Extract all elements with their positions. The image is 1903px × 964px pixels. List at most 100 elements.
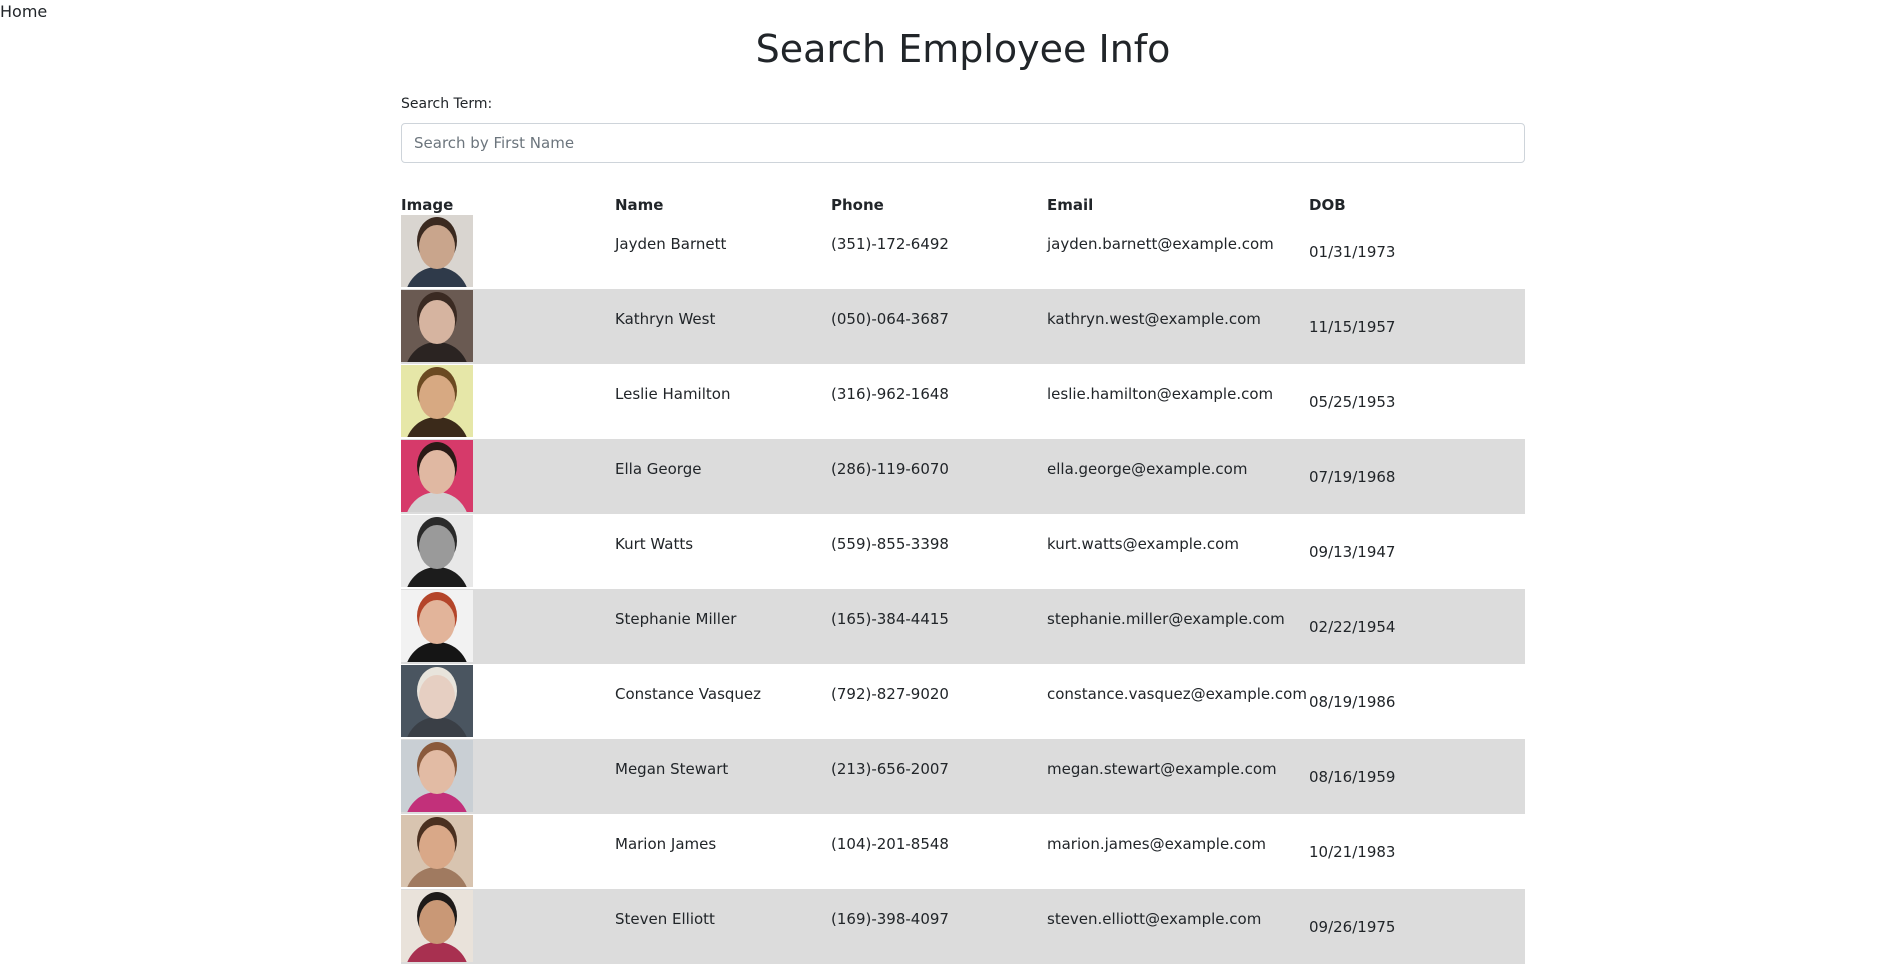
employee-dob: 05/25/1953 (1309, 393, 1396, 411)
employee-phone: (559)-855-3398 (831, 535, 949, 553)
name-cell: Marion James (615, 814, 831, 889)
image-cell (401, 289, 615, 364)
photo-head (419, 750, 455, 794)
photo-shoulders (405, 867, 469, 887)
employee-dob: 11/15/1957 (1309, 318, 1396, 336)
employee-phone: (165)-384-4415 (831, 610, 949, 628)
photo-head (419, 375, 455, 419)
name-cell: Kathryn West (615, 289, 831, 364)
table-row: Ella George (286)-119-6070 ella.george@exa… (401, 439, 1525, 514)
search-label: Search Term: (401, 96, 493, 112)
dob-cell: 09/26/1975 (1309, 889, 1525, 964)
employee-email: leslie.hamilton@example.com (1047, 385, 1274, 403)
employee-dob: 01/31/1973 (1309, 243, 1396, 261)
column-header-phone[interactable]: Phone (831, 192, 1047, 214)
column-header-image[interactable]: Image (401, 192, 615, 214)
image-cell (401, 514, 615, 589)
phone-cell: (351)-172-6492 (831, 214, 1047, 289)
employee-dob: 09/13/1947 (1309, 543, 1396, 561)
employee-email: constance.vasquez@example.com (1047, 685, 1307, 703)
home-link[interactable]: Home (0, 2, 47, 21)
employee-email: jayden.barnett@example.com (1047, 235, 1274, 253)
employee-dob: 09/26/1975 (1309, 918, 1396, 936)
image-cell (401, 664, 615, 739)
table-row: Steven Elliott (169)-398-4097 steven.ellio… (401, 889, 1525, 964)
photo-shoulders (405, 417, 469, 437)
image-cell (401, 439, 615, 514)
email-cell: jayden.barnett@example.com (1047, 214, 1309, 289)
image-cell (401, 364, 615, 439)
dob-cell: 05/25/1953 (1309, 364, 1525, 439)
column-header-email[interactable]: Email (1047, 192, 1309, 214)
dob-cell: 01/31/1973 (1309, 214, 1525, 289)
photo-head (419, 525, 455, 569)
employee-dob: 08/16/1959 (1309, 768, 1396, 786)
name-cell: Leslie Hamilton (615, 364, 831, 439)
column-header-dob[interactable]: DOB (1309, 192, 1525, 214)
employee-name: Megan Stewart (615, 760, 729, 778)
table-row: Marion James (104)-201-8548 marion.james@e… (401, 814, 1525, 889)
name-cell: Megan Stewart (615, 739, 831, 814)
employee-name: Kathryn West (615, 310, 716, 328)
employee-email: megan.stewart@example.com (1047, 760, 1277, 778)
column-header-name[interactable]: Name (615, 192, 831, 214)
employee-email: steven.elliott@example.com (1047, 910, 1262, 928)
employee-photo (401, 665, 473, 737)
employee-name: Marion James (615, 835, 717, 853)
employee-phone: (351)-172-6492 (831, 235, 949, 253)
photo-shoulders (405, 642, 469, 662)
phone-cell: (169)-398-4097 (831, 889, 1047, 964)
photo-shoulders (405, 267, 469, 287)
employee-phone: (104)-201-8548 (831, 835, 949, 853)
email-cell: stephanie.miller@example.com (1047, 589, 1309, 664)
employee-name: Leslie Hamilton (615, 385, 731, 403)
employee-name: Kurt Watts (615, 535, 694, 553)
email-cell: kathryn.west@example.com (1047, 289, 1309, 364)
dob-cell: 09/13/1947 (1309, 514, 1525, 589)
photo-shoulders (405, 492, 469, 512)
page-title: Search Employee Info (755, 27, 1171, 71)
photo-head (419, 300, 455, 344)
image-cell (401, 739, 615, 814)
dob-cell: 07/19/1968 (1309, 439, 1525, 514)
dob-cell: 08/19/1986 (1309, 664, 1525, 739)
employee-photo (401, 590, 473, 662)
name-cell: Steven Elliott (615, 889, 831, 964)
name-cell: Constance Vasquez (615, 664, 831, 739)
employee-phone: (316)-962-1648 (831, 385, 949, 403)
photo-head (419, 825, 455, 869)
employee-dob: 02/22/1954 (1309, 618, 1396, 636)
photo-shoulders (405, 792, 469, 812)
email-cell: constance.vasquez@example.com (1047, 664, 1309, 739)
dob-cell: 10/21/1983 (1309, 814, 1525, 889)
employee-phone: (792)-827-9020 (831, 685, 949, 703)
employee-email: ella.george@example.com (1047, 460, 1248, 478)
dob-cell: 11/15/1957 (1309, 289, 1525, 364)
table-row: Leslie Hamilton (316)-962-1648 leslie.hami… (401, 364, 1525, 439)
table-header-row: Image Name Phone Email DOB (401, 192, 1525, 214)
email-cell: leslie.hamilton@example.com (1047, 364, 1309, 439)
phone-cell: (559)-855-3398 (831, 514, 1047, 589)
employee-phone: (213)-656-2007 (831, 760, 949, 778)
photo-head (419, 675, 455, 719)
image-cell (401, 814, 615, 889)
employee-email: stephanie.miller@example.com (1047, 610, 1285, 628)
employee-dob: 08/19/1986 (1309, 693, 1396, 711)
search-input[interactable] (401, 123, 1525, 163)
phone-cell: (165)-384-4415 (831, 589, 1047, 664)
employee-name: Ella George (615, 460, 702, 478)
photo-head (419, 450, 455, 494)
email-cell: ella.george@example.com (1047, 439, 1309, 514)
email-cell: marion.james@example.com (1047, 814, 1309, 889)
photo-shoulders (405, 717, 469, 737)
phone-cell: (792)-827-9020 (831, 664, 1047, 739)
phone-cell: (213)-656-2007 (831, 739, 1047, 814)
photo-shoulders (405, 342, 469, 362)
employee-dob: 10/21/1983 (1309, 843, 1396, 861)
dob-cell: 08/16/1959 (1309, 739, 1525, 814)
table-row: Kathryn West (050)-064-3687 kathryn.west@e… (401, 289, 1525, 364)
image-cell (401, 214, 615, 289)
employee-phone: (050)-064-3687 (831, 310, 949, 328)
employee-photo (401, 815, 473, 887)
phone-cell: (316)-962-1648 (831, 364, 1047, 439)
